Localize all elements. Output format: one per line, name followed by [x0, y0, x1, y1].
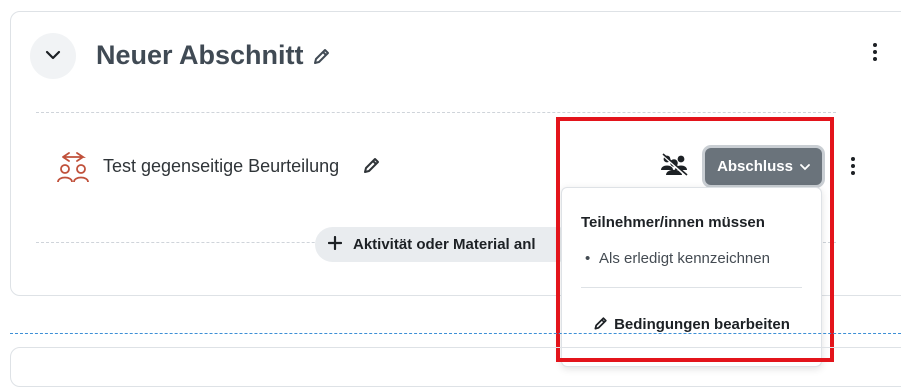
add-activity-label: Aktivität oder Material anl [353, 236, 536, 253]
edit-conditions-link[interactable]: Bedingungen bearbeiten [562, 312, 821, 339]
section-title: Neuer Abschnitt [96, 40, 332, 71]
completion-button-label: Abschluss [717, 158, 793, 175]
completion-dropdown-menu: Teilnehmer/innen müssen Als erledigt ken… [561, 187, 822, 367]
pencil-icon[interactable] [312, 46, 332, 66]
completion-requirement-item: Als erledigt kennzeichnen [585, 250, 770, 267]
add-activity-button[interactable]: Aktivität oder Material anl [315, 227, 575, 262]
section-title-text: Neuer Abschnitt [96, 40, 304, 70]
chevron-down-icon [800, 158, 810, 175]
chevron-down-icon [45, 47, 61, 65]
groups-icon[interactable] [660, 153, 688, 182]
completion-requirements-heading: Teilnehmer/innen müssen [581, 214, 765, 231]
pencil-icon [593, 314, 609, 339]
dropdown-divider [581, 287, 802, 288]
pencil-icon[interactable] [362, 155, 382, 180]
edit-conditions-label: Bedingungen bearbeiten [614, 316, 790, 333]
plus-icon [327, 235, 343, 254]
collapse-section-button[interactable] [30, 33, 76, 79]
peer-assessment-icon [55, 150, 91, 191]
section-separator [10, 333, 901, 334]
divider [36, 112, 836, 113]
activity-name-link[interactable]: Test gegenseitige Beurteilung [103, 156, 339, 177]
activity-menu-kebab-icon[interactable] [844, 154, 862, 178]
next-section-card [10, 347, 901, 387]
section-menu-kebab-icon[interactable] [866, 40, 884, 64]
completion-dropdown-button[interactable]: Abschluss [705, 148, 822, 185]
